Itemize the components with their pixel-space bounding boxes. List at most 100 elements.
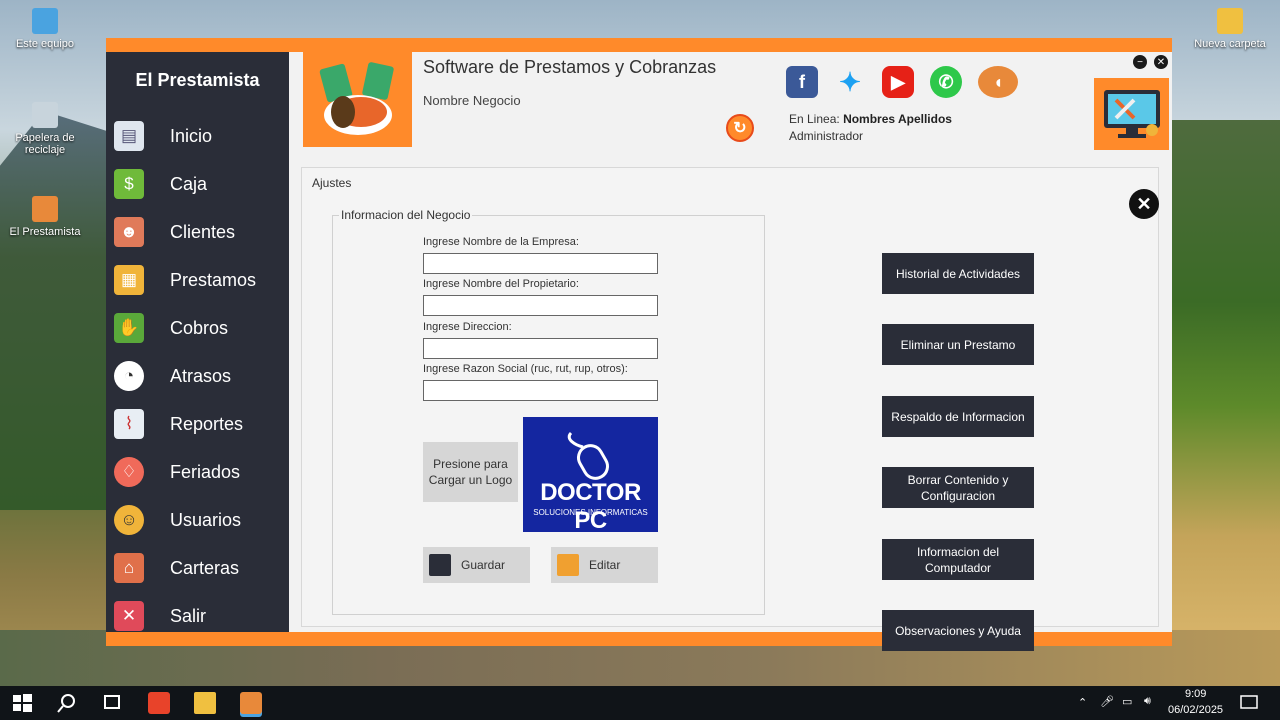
save-label: Guardar [461,558,506,572]
whatsapp-icon[interactable]: ✆ [930,66,962,98]
clock-date[interactable]: 06/02/2025 [1168,704,1223,716]
sidebar-item-reportes[interactable]: ⌇ Reportes [106,400,289,448]
chevron-up-icon[interactable]: ⌃ [1078,696,1087,709]
reset-content-button[interactable]: Borrar Contenido y Configuracion [882,467,1034,508]
network-icon[interactable]: ▭ [1122,695,1132,708]
sidebar-item-label: Usuarios [170,509,242,530]
desktop-icon-label: Papelera de reciclaje [15,132,75,156]
edit-label: Editar [589,558,621,572]
money-mouse-icon [319,61,394,135]
sidebar-item-label: Carteras [170,557,240,578]
online-user: Nombres Apellidos [843,112,952,126]
company-name-field[interactable] [423,253,658,274]
sidebar-item-label: Reportes [170,413,244,434]
address-field[interactable] [423,338,658,359]
company-name-label: Ingrese Nombre de la Empresa: [423,236,579,248]
owner-name-field[interactable] [423,295,658,316]
close-settings-icon[interactable]: ✕ [1129,189,1159,219]
edit-button[interactable]: Editar [551,547,658,583]
online-prefix: En Linea: [789,112,840,126]
delete-loan-button[interactable]: Eliminar un Prestamo [882,324,1034,365]
desktop-icon-papelera[interactable]: Papelera de reciclaje [5,102,85,156]
monitor-tools-icon [1103,90,1160,138]
logo-title: DOCTOR PC [540,479,641,534]
sidebar-item-label: Atrasos [170,365,232,386]
computer-icon [32,8,58,34]
desktop-icon-label: Nueva carpeta [1194,38,1266,50]
mouse-icon [567,431,609,480]
group-title: Informacion del Negocio [339,208,473,222]
notifications-icon[interactable] [1238,692,1260,714]
online-status: En Linea: Nombres Apellidos [789,112,952,126]
backup-button[interactable]: Respaldo de Informacion [882,396,1034,437]
section-title: Ajustes [312,176,352,190]
sidebar-item-salir[interactable]: ✕ Salir [106,592,289,640]
sidebar-item-usuarios[interactable]: ☺ Usuarios [106,496,289,544]
sidebar-item-label: Clientes [170,221,236,242]
clock-icon: ◔ [114,361,144,391]
report-icon: ⌇ [114,409,144,439]
sidebar-brand: El Prestamista [135,70,260,90]
activity-history-button[interactable]: Historial de Actividades [882,253,1034,294]
address-label: Ingrese Direccion: [423,321,512,333]
sidebar-item-clientes[interactable]: ☻ Clientes [106,208,289,256]
el-prestamista-taskbar-icon[interactable] [240,692,262,714]
user-icon: ☺ [114,505,144,535]
sidebar-item-caja[interactable]: $ Caja [106,160,289,208]
floppy-disk-icon [429,554,451,576]
youtube-icon[interactable]: ▶ [882,66,914,98]
desktop-icon-el-prestamista[interactable]: El Prestamista [5,196,85,238]
logo-subtitle: SOLUCIONES INFORMATICAS [533,508,648,517]
sidebar-item-atrasos[interactable]: ◔ Atrasos [106,352,289,400]
desktop-icon-label: El Prestamista [9,226,81,238]
twitter-icon[interactable]: ✦ [834,66,866,98]
search-icon[interactable] [56,692,78,714]
pencil-icon [557,554,579,576]
taskbar: ⌃ 🎤︎ ▭ 🔊︎ 9:09 06/02/2025 [0,686,1280,720]
users-icon: ☻ [114,217,144,247]
owner-name-label: Ingrese Nombre del Propietario: [423,278,579,290]
app-logo [303,52,412,147]
folder-icon [1217,8,1243,34]
sidebar-item-carteras[interactable]: ⌂ Carteras [106,544,289,592]
help-button[interactable]: Observaciones y Ayuda [882,610,1034,651]
file-explorer-icon[interactable] [194,692,216,714]
sidebar-item-label: Inicio [170,125,213,146]
sidebar-item-feriados[interactable]: ♢ Feriados [106,448,289,496]
loan-icon: ▦ [114,265,144,295]
sidebar-item-label: Caja [170,173,208,194]
business-name: Nombre Negocio [423,93,521,108]
microphone-icon[interactable]: 🎤︎ [1100,695,1114,708]
clock-time[interactable]: 9:09 [1185,688,1206,700]
app-red-icon[interactable] [148,692,170,714]
money-hand-icon: ✋ [114,313,144,343]
desktop-icon-nueva-carpeta[interactable]: Nueva carpeta [1190,8,1270,50]
task-view-icon[interactable] [101,692,123,714]
sidebar-item-label: Salir [170,605,207,626]
user-role: Administrador [789,129,864,143]
app-mini-logo-icon[interactable]: ◖ [978,66,1018,98]
tax-id-field[interactable] [423,380,658,401]
desktop-wallpaper-right [1170,120,1280,640]
desktop-icon-este-equipo[interactable]: Este equipo [5,8,85,50]
house-icon: ⌂ [114,553,144,583]
header: Software de Prestamos y Cobranzas Nombre… [289,52,1172,152]
refresh-icon[interactable]: ↻ [726,114,754,142]
business-info-group: Informacion del Negocio Ingrese Nombre d… [332,208,765,615]
app-title: Software de Prestamos y Cobranzas [423,57,717,77]
volume-icon[interactable]: 🔊︎ [1144,695,1151,708]
sidebar: El Prestamista ▤ Inicio $ Caja ☻ Cliente… [106,52,289,632]
tax-id-label: Ingrese Razon Social (ruc, rut, rup, otr… [423,363,628,375]
facebook-icon[interactable]: f [786,66,818,98]
sidebar-item-cobros[interactable]: ✋ Cobros [106,304,289,352]
save-button[interactable]: Guardar [423,547,530,583]
windows-start-icon[interactable] [11,692,33,714]
close-icon[interactable]: ✕ [1154,55,1168,69]
exit-icon: ✕ [114,601,144,631]
computer-info-button[interactable]: Informacion del Computador [882,539,1034,580]
minimize-icon[interactable]: − [1133,55,1147,69]
sidebar-item-inicio[interactable]: ▤ Inicio [106,112,289,160]
sidebar-item-prestamos[interactable]: ▦ Prestamos [106,256,289,304]
load-logo-button[interactable]: Presione para Cargar un Logo [423,442,518,502]
desktop-icon-label: Este equipo [15,38,75,50]
